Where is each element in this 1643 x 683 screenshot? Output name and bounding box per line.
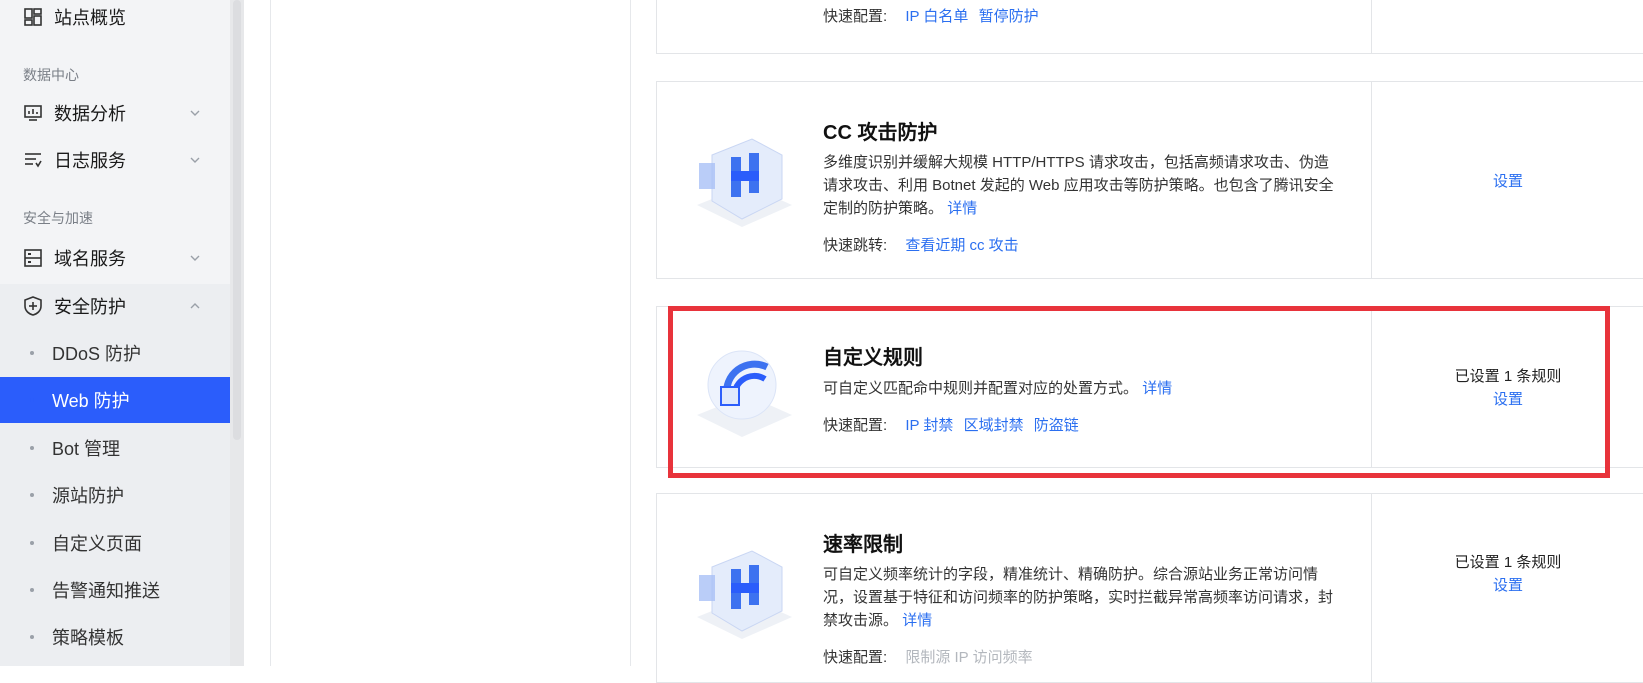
dashboard-icon xyxy=(22,6,44,28)
server-icon xyxy=(22,247,44,269)
sidebar-item-security-protection[interactable]: 安全防护 xyxy=(0,283,230,329)
card-divider xyxy=(1371,0,1372,53)
sidebar-item-label: 域名服务 xyxy=(54,249,126,269)
sidebar-scrollbar-thumb[interactable] xyxy=(233,0,241,440)
sidebar: 站点概览 数据中心 数据分析 日志服务 安全与加速 域名服务 安全防护 DDoS… xyxy=(0,0,230,666)
pause-protection-link[interactable]: 暂停防护 xyxy=(979,8,1039,25)
detail-link[interactable]: 详情 xyxy=(902,612,932,629)
sidebar-subitem-label: Web 防护 xyxy=(52,391,130,411)
sidebar-subitem-web-protection[interactable]: Web 防护 xyxy=(0,377,230,423)
nav-group-label-data: 数据中心 xyxy=(23,67,79,83)
bullet-dot xyxy=(30,635,34,639)
sidebar-subitem-label: DDoS 防护 xyxy=(52,344,142,364)
card-title: CC 攻击防护 xyxy=(823,122,938,144)
sidebar-subitem-custom-page[interactable]: 自定义页面 xyxy=(0,520,230,566)
card-actions: 设置 xyxy=(1371,82,1643,278)
sidebar-item-label: 安全防护 xyxy=(54,297,126,317)
shield-illustration-icon xyxy=(687,0,797,21)
card-description: 可自定义频率统计的字段，精准统计、精确防护。综合源站业务正常访问情况，设置基于特… xyxy=(823,563,1343,632)
sidebar-subitem-bot[interactable]: Bot 管理 xyxy=(0,425,230,471)
bullet-dot xyxy=(30,493,34,497)
chevron-up-icon xyxy=(190,303,200,309)
quick-jump-label: 快速跳转: xyxy=(823,237,888,254)
nav-group-label-security: 安全与加速 xyxy=(23,210,93,226)
cc-protection-illustration-icon xyxy=(697,138,792,227)
sidebar-subitem-ddos[interactable]: DDoS 防护 xyxy=(0,330,230,376)
card-actions: 已设置 1 条规则 设置 xyxy=(1371,494,1643,652)
ip-whitelist-link[interactable]: IP 白名单 xyxy=(905,8,968,25)
sidebar-item-log-service[interactable]: 日志服务 xyxy=(0,137,230,183)
sidebar-item-site-overview[interactable]: 站点概览 xyxy=(0,0,230,40)
chart-monitor-icon xyxy=(22,102,44,124)
chevron-down-icon xyxy=(190,110,200,116)
sidebar-subitem-policy-template[interactable]: 策略模板 xyxy=(0,614,230,660)
sidebar-item-domain-service[interactable]: 域名服务 xyxy=(0,235,230,281)
quick-jump: 快速跳转: 查看近期 cc 攻击 xyxy=(823,234,1025,255)
shield-icon xyxy=(22,295,44,317)
chevron-down-icon xyxy=(190,157,200,163)
sidebar-subitem-label: Bot 管理 xyxy=(52,439,121,459)
sidebar-item-data-analysis[interactable]: 数据分析 xyxy=(0,90,230,136)
limit-source-ip-link[interactable]: 限制源 IP 访问频率 xyxy=(905,649,1032,666)
settings-link[interactable]: 设置 xyxy=(1493,574,1523,595)
sidebar-subitem-origin[interactable]: 源站防护 xyxy=(0,472,230,518)
card-description: 多维度识别并缓解大规模 HTTP/HTTPS 请求攻击，包括高频请求攻击、伪造请… xyxy=(823,151,1343,220)
chevron-down-icon xyxy=(190,255,200,261)
quick-config-label: 快速配置: xyxy=(823,8,888,25)
card-cc-attack: CC 攻击防护 多维度识别并缓解大规模 HTTP/HTTPS 请求攻击，包括高频… xyxy=(656,81,1643,279)
sidebar-subitem-alert[interactable]: 告警通知推送 xyxy=(0,567,230,613)
view-recent-cc-link[interactable]: 查看近期 cc 攻击 xyxy=(905,237,1018,254)
bullet-dot xyxy=(30,351,34,355)
quick-config: 快速配置: IP 白名单 暂停防护 xyxy=(823,5,1045,26)
quick-config-label: 快速配置: xyxy=(823,649,888,666)
sidebar-subitem-label: 策略模板 xyxy=(52,628,124,648)
sidebar-subitem-label: 告警通知推送 xyxy=(52,581,160,601)
sidebar-item-label: 数据分析 xyxy=(54,104,126,124)
sidebar-subitem-label: 源站防护 xyxy=(52,486,124,506)
divider xyxy=(630,0,631,666)
bullet-dot xyxy=(30,588,34,592)
quick-config: 快速配置: 限制源 IP 访问频率 xyxy=(823,646,1039,667)
settings-link[interactable]: 设置 xyxy=(1493,170,1523,191)
sidebar-item-label: 站点概览 xyxy=(54,8,126,28)
bullet-dot xyxy=(30,398,34,402)
middle-panel xyxy=(244,0,630,666)
rate-limit-illustration-icon xyxy=(697,550,792,639)
sidebar-item-label: 日志服务 xyxy=(54,151,126,171)
rule-count-status: 已设置 1 条规则 xyxy=(1454,554,1562,571)
card-description-text: 多维度识别并缓解大规模 HTTP/HTTPS 请求攻击，包括高频请求攻击、伪造请… xyxy=(823,154,1334,217)
card-description-text: 可自定义频率统计的字段，精准统计、精确防护。综合源站业务正常访问情况，设置基于特… xyxy=(823,566,1334,629)
bullet-dot xyxy=(30,541,34,545)
card-title: 速率限制 xyxy=(823,534,903,556)
bullet-dot xyxy=(30,446,34,450)
sidebar-subitem-label: 自定义页面 xyxy=(52,534,142,554)
card-rate-limit: 速率限制 可自定义频率统计的字段，精准统计、精确防护。综合源站业务正常访问情况，… xyxy=(656,493,1643,683)
detail-link[interactable]: 详情 xyxy=(947,200,977,217)
divider xyxy=(270,0,271,666)
log-list-icon xyxy=(22,149,44,171)
highlight-box xyxy=(668,306,1610,478)
card-top-partial: 快速配置: IP 白名单 暂停防护 xyxy=(656,0,1643,54)
